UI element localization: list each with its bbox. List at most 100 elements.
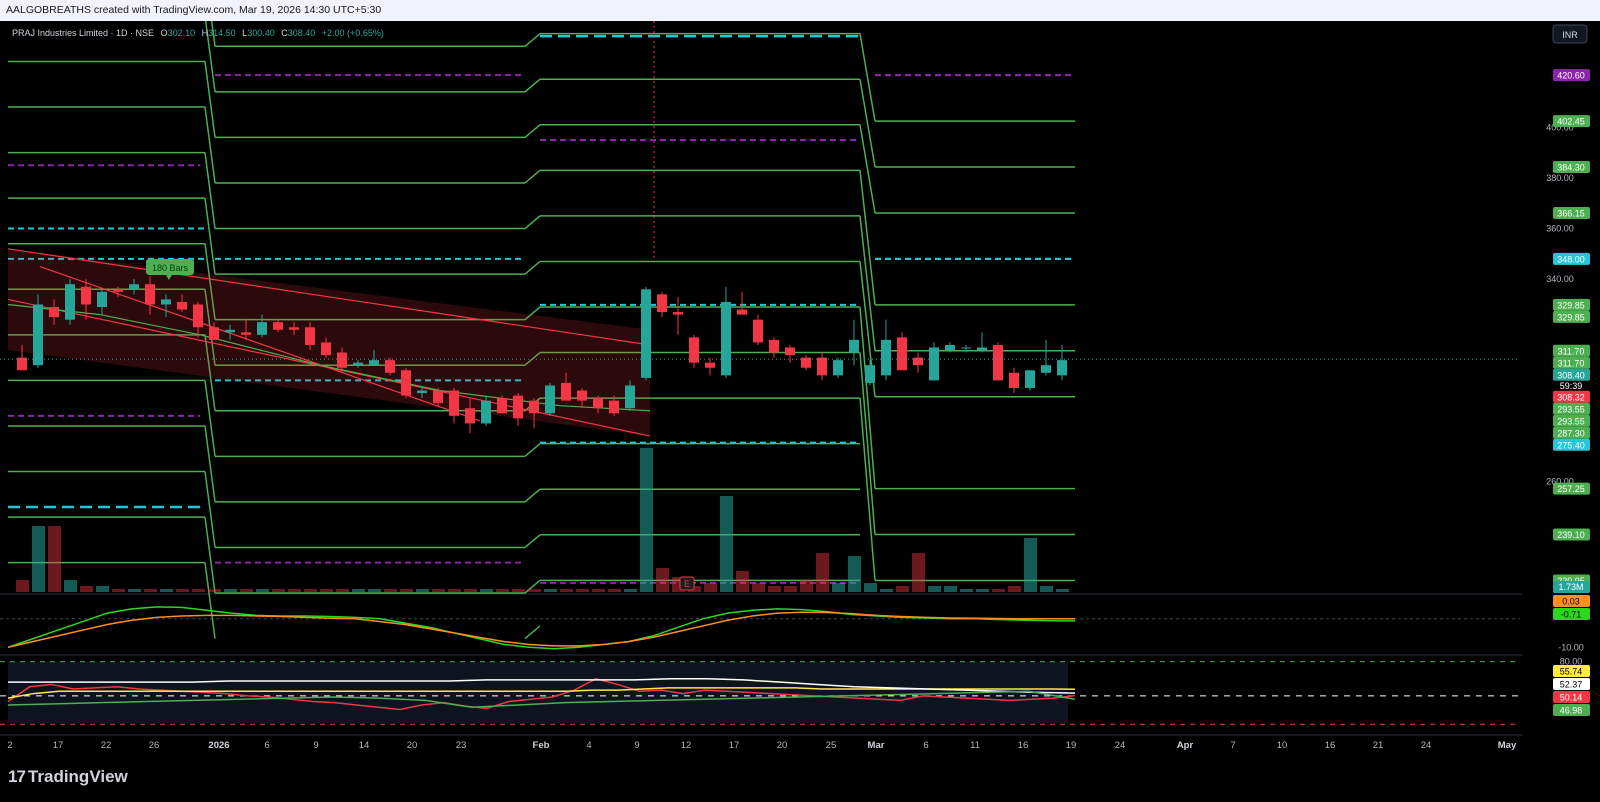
time-tick: 17: [53, 740, 64, 751]
level-label: 287.30: [1557, 428, 1585, 438]
candle-body: [849, 339, 859, 353]
volume-bar: [16, 580, 29, 592]
candle-body: [753, 319, 763, 343]
candle-body: [977, 347, 987, 351]
price-tick: 380.00: [1546, 173, 1574, 183]
volume-bar: [160, 589, 173, 592]
rsi-band: [8, 662, 1068, 723]
candle-body: [881, 339, 891, 376]
tradingview-logo[interactable]: 17 TradingView: [8, 767, 128, 787]
candle-body: [433, 390, 443, 404]
time-tick: Mar: [868, 740, 885, 751]
macd-label: -0.71: [1561, 610, 1582, 620]
time-tick: May: [1498, 740, 1517, 751]
time-tick: 17: [729, 740, 740, 751]
candle-body: [737, 309, 747, 315]
time-tick: Apr: [1177, 740, 1194, 751]
volume-bar: [304, 589, 317, 592]
candle-body: [945, 344, 955, 351]
level-label: 366.15: [1557, 208, 1585, 218]
rsi-label: 55.74: [1560, 667, 1583, 677]
candle-body: [161, 299, 171, 305]
candle-body: [289, 327, 299, 330]
candle-body: [721, 301, 731, 376]
candle-body: [465, 408, 475, 424]
candle-body: [305, 327, 315, 345]
tradingview-logo-text: TradingView: [27, 767, 128, 786]
candle-body: [913, 357, 923, 366]
candle-body: [577, 390, 587, 401]
close-value: 308.40: [288, 28, 316, 38]
price-scale[interactable]: 400.00380.00360.00340.00260.00420.60402.…: [1522, 21, 1600, 762]
candle-body: [65, 284, 75, 320]
volume-bar: [384, 589, 397, 592]
volume-bar: [816, 553, 829, 592]
candle-body: [689, 337, 699, 363]
time-tick: 14: [359, 740, 370, 751]
candle-body: [513, 395, 523, 419]
time-tick: 4: [586, 740, 591, 751]
candle-body: [209, 327, 219, 340]
volume-bar: [368, 589, 381, 592]
volume-bar: [800, 580, 813, 592]
low-value: 300.40: [247, 28, 275, 38]
volume-bar: [464, 589, 477, 592]
volume-bar: [128, 589, 141, 592]
volume-bar: [656, 568, 669, 592]
volume-bar: [640, 448, 653, 592]
symbol-title: PRAJ Industries Limited · 1D · NSE: [12, 28, 154, 38]
volume-bar: [1056, 589, 1069, 592]
macd-tick: -10.00: [1558, 642, 1584, 652]
volume-bar: [240, 589, 253, 592]
candle-body: [961, 347, 971, 349]
candle-body: [593, 398, 603, 409]
candle-body: [929, 347, 939, 381]
candle-body: [657, 294, 667, 313]
candle-body: [673, 312, 683, 315]
candle-body: [241, 332, 251, 335]
candle-body: [833, 360, 843, 376]
candle-body: [897, 337, 907, 371]
volume-bar: [1024, 538, 1037, 592]
candle-body: [1025, 370, 1035, 388]
candle-body: [193, 304, 203, 328]
candle-body: [1041, 365, 1051, 373]
open-value: 302.10: [168, 28, 196, 38]
volume-bar: [1008, 586, 1021, 592]
time-tick: 26: [149, 740, 160, 751]
high-value: 314.50: [208, 28, 236, 38]
chart-canvas[interactable]: 400.00380.00360.00340.00260.00420.60402.…: [0, 21, 1600, 762]
volume-bar: [480, 589, 493, 592]
time-tick: 6: [264, 740, 269, 751]
time-tick: 2: [7, 740, 12, 751]
volume-bar: [544, 589, 557, 592]
candle-body: [481, 400, 491, 424]
candle-body: [705, 362, 715, 368]
volume-bar: [416, 589, 429, 592]
candle-body: [801, 357, 811, 368]
volume-bar: [336, 589, 349, 592]
time-tick: 9: [634, 740, 639, 751]
volume-bar: [624, 589, 637, 592]
volume-bar: [192, 589, 205, 592]
rsi-label: 52.37: [1560, 680, 1583, 690]
volume-bar: [784, 586, 797, 592]
candle-body: [81, 286, 91, 305]
candle-body: [497, 398, 507, 414]
volume-bar: [256, 589, 269, 592]
volume-bar: [400, 589, 413, 592]
time-tick: 16: [1325, 740, 1336, 751]
volume-bar: [144, 589, 157, 592]
volume-bar: [848, 556, 861, 592]
candle-body: [177, 301, 187, 310]
level-label: 402.45: [1557, 117, 1585, 127]
candle-body: [1009, 372, 1019, 388]
volume-bar: [896, 586, 909, 592]
candle-body: [97, 291, 107, 307]
candle-body: [625, 385, 635, 409]
time-tick: 21: [1373, 740, 1384, 751]
volume-bar: [96, 586, 109, 592]
candle-body: [609, 400, 619, 414]
time-tick: 19: [1066, 740, 1077, 751]
time-tick: 6: [923, 740, 928, 751]
